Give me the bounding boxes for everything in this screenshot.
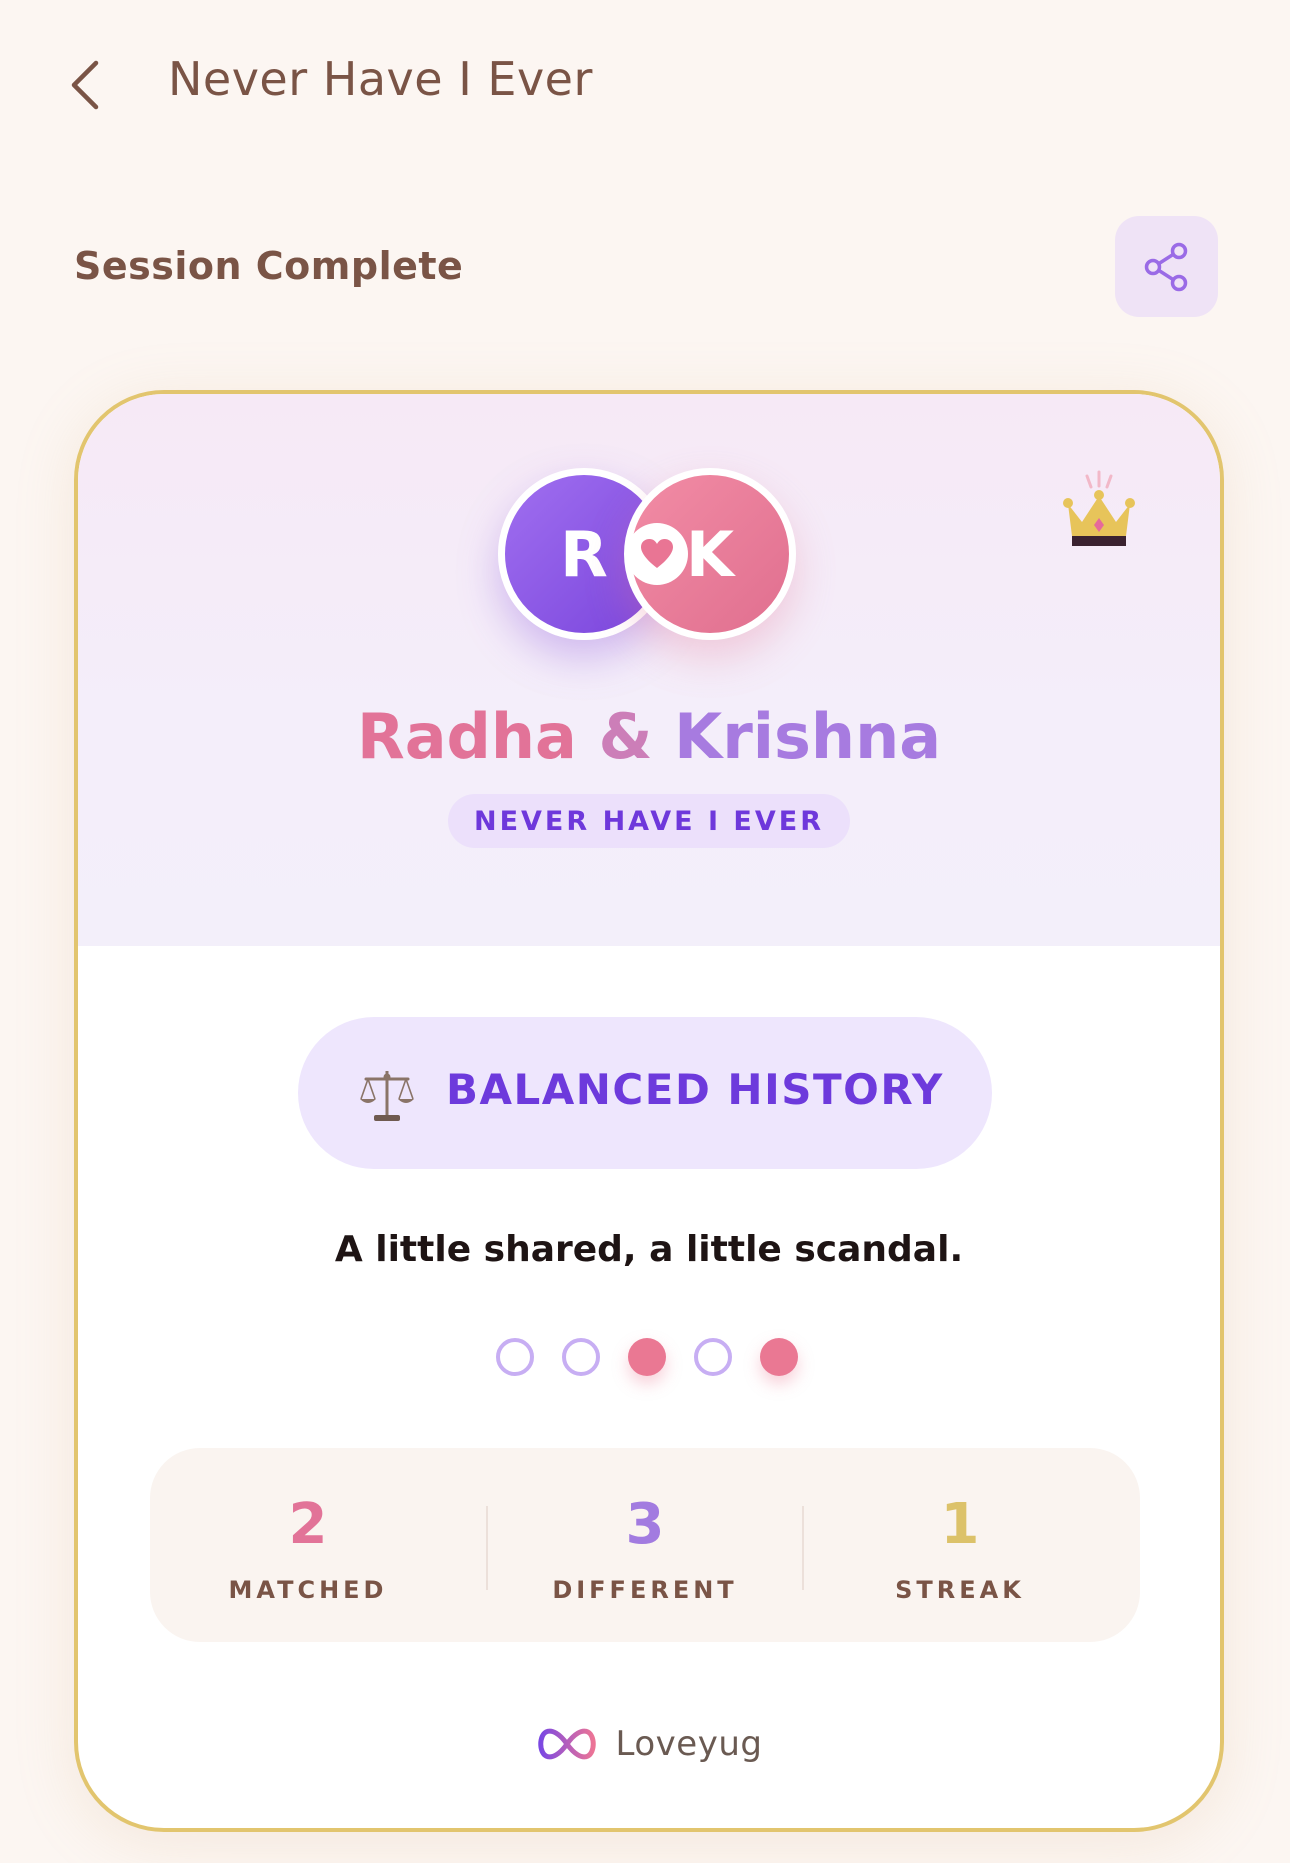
heart-icon	[626, 523, 688, 585]
back-button[interactable]	[60, 55, 110, 115]
result-tagline: A little shared, a little scandal.	[334, 1229, 964, 1270]
stat-value: 3	[625, 1492, 665, 1557]
infinity-heart-icon	[537, 1728, 596, 1760]
brand-footer: Loveyug	[78, 1714, 1220, 1774]
stat-label: STREAK	[895, 1576, 1025, 1604]
crown-icon	[1063, 470, 1135, 546]
result-badge: BALANCED HISTORY	[298, 1017, 992, 1169]
couple-avatars: R K	[498, 468, 798, 648]
stat-label: MATCHED	[228, 1576, 388, 1604]
session-summary-card: R K Radha & Krishna NEVER HAVE I EVER BA…	[74, 390, 1224, 1832]
share-button[interactable]	[1115, 216, 1218, 317]
stat-value: 2	[288, 1492, 328, 1557]
partner-1-name: Radha	[356, 700, 577, 773]
top-bar: Never Have I Ever	[0, 0, 1290, 170]
round-dot	[496, 1338, 534, 1376]
round-dot	[694, 1338, 732, 1376]
round-dot	[760, 1338, 798, 1376]
ampersand: &	[598, 700, 653, 773]
game-badge: NEVER HAVE I EVER	[448, 794, 850, 848]
stat-different: 3 DIFFERENT	[487, 1448, 803, 1642]
stat-streak: 1 STREAK	[802, 1448, 1118, 1642]
share-icon	[1144, 242, 1187, 291]
card-header: R K Radha & Krishna NEVER HAVE I EVER	[78, 394, 1220, 946]
chevron-left-icon	[71, 60, 99, 110]
result-title: BALANCED HISTORY	[446, 1065, 944, 1114]
round-indicators	[496, 1338, 816, 1378]
stat-matched: 2 MATCHED	[150, 1448, 466, 1642]
round-dot	[562, 1338, 600, 1376]
couple-name: Radha & Krishna	[78, 700, 1220, 773]
balance-scale-icon	[360, 1071, 414, 1121]
stat-value: 1	[940, 1492, 980, 1557]
stat-label: DIFFERENT	[552, 1576, 738, 1604]
session-status-label: Session Complete	[74, 244, 464, 288]
round-dot	[628, 1338, 666, 1376]
partner-2-name: Krishna	[674, 700, 942, 773]
stats-panel: 2 MATCHED 3 DIFFERENT 1 STREAK	[150, 1448, 1140, 1642]
brand-name: Loveyug	[615, 1724, 763, 1764]
page-title: Never Have I Ever	[168, 52, 593, 106]
